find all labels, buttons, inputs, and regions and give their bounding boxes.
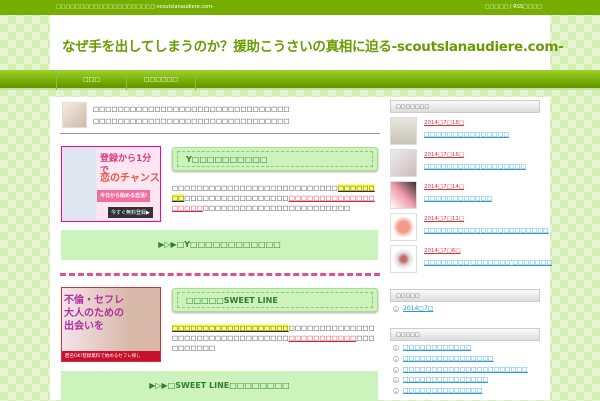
recent-posts-heading: □□□□□□□ xyxy=(390,100,540,113)
site-tagline: □□□□□□□□□□□□□□□□□□□□□-scoutslanaudiere.c… xyxy=(56,4,214,10)
category-heading: □□□□□ xyxy=(390,328,540,341)
entry-title-box: Y□□□□□□□□□□ xyxy=(172,147,378,171)
ad-button: 匿名OK!登録無料で始めるセフレ探し xyxy=(62,351,160,361)
post-thumbnail[interactable] xyxy=(390,213,417,241)
ad-banner-2[interactable]: 不倫・セフレ 大人のための 出会いを 匿名OK!登録無料で始めるセフレ探し xyxy=(61,287,161,362)
ad-button: 今すぐ無料登録▶ xyxy=(108,207,153,218)
category-link[interactable]: ▸ □□□□□□□□□□□□□□□□ xyxy=(393,355,494,362)
intro-line: □□□□□□□□□□□□□□□□□□□□□□□□□□□□□□□□ xyxy=(93,117,290,125)
dashed-divider xyxy=(60,273,380,276)
category-link[interactable]: ▸ □□□□□□□□□□□□□□□ xyxy=(393,376,488,383)
post-date[interactable]: 2014□7□14□ xyxy=(424,184,464,190)
ad-text: 不倫・セフレ xyxy=(64,295,124,306)
site-header: なぜ手を出してしまうのか？援助こうさいの真相に迫る-scoutslanaudie… xyxy=(50,15,564,70)
entry-cta-button[interactable]: ▶▷▶□Y□□□□□□□□□□□□ xyxy=(61,230,378,260)
bullet-icon: ▸ xyxy=(393,387,399,394)
top-bar: □□□□□□□□□□□□□□□□□□□□□-scoutslanaudiere.c… xyxy=(0,0,600,15)
entry-title-box: □□□□□SWEET LINE xyxy=(172,288,378,312)
archive-link[interactable]: ▸ 2014□7□ xyxy=(393,305,433,312)
archive-heading: □□□□□ xyxy=(390,289,540,302)
ad-text: 恋のチャンス xyxy=(100,173,160,184)
entry-description: □□□□□□□□□□□□□□□□□□□□□□□□□□□□□□□□□□□□□□□□… xyxy=(172,324,375,352)
bullet-icon: ▸ xyxy=(393,305,399,312)
post-date[interactable]: 2014□7□11□ xyxy=(424,216,464,222)
post-thumbnail[interactable] xyxy=(390,117,417,145)
post-date[interactable]: 2014□7□6□ xyxy=(424,248,461,254)
category-link[interactable]: ▸ □□□□□□□□□□□□□□ xyxy=(393,387,482,394)
nav-item-home[interactable]: □□□ xyxy=(56,70,126,90)
entry-title: Y□□□□□□□□□□ xyxy=(177,151,373,167)
intro-text: □□□□□□□□□□□□□□□□□□□□□□□□□□□□□□□□ □□□□□□□… xyxy=(93,103,290,127)
bullet-icon: ▸ xyxy=(393,376,399,383)
post-thumbnail[interactable] xyxy=(390,149,417,177)
bullet-icon: ▸ xyxy=(393,355,399,362)
author-avatar xyxy=(62,102,87,128)
post-thumbnail[interactable] xyxy=(390,245,417,273)
ad-text: 出会いを xyxy=(64,321,104,332)
main-nav: □□□ □□□□□□ xyxy=(0,70,600,90)
bullet-icon: ▸ xyxy=(393,366,399,373)
entry-cta-button[interactable]: ▶▷▶□SWEET LINE□□□□□□□□ xyxy=(61,371,378,401)
ad-banner-1[interactable]: 登録から1分で 恋のチャンス 今日から始める恋活! 今すぐ無料登録▶ xyxy=(61,146,161,222)
bullet-icon: ▸ xyxy=(393,344,399,351)
post-title[interactable]: □□□□□□□□□□□□□□□□□□□□□□ xyxy=(424,227,549,234)
category-link[interactable]: ▸ □□□□□□□□□□□□□□□□□□□□□□ xyxy=(393,366,528,373)
ad-text: 大人のための xyxy=(64,308,124,319)
intro-line: □□□□□□□□□□□□□□□□□□□□□□□□□□□□□□□□ xyxy=(93,105,290,113)
post-date[interactable]: 2014□7□16□ xyxy=(424,152,464,158)
top-links[interactable]: □□□□□ | RSS□□□□ xyxy=(485,4,542,10)
post-title[interactable]: □□□□□□□□□□□□ xyxy=(424,195,492,202)
divider xyxy=(60,133,380,134)
category-link[interactable]: ▸ □□□□□□□□□□□□ xyxy=(393,344,471,351)
post-title[interactable]: □□□□□□□□□□□□□□□□□□ xyxy=(424,163,526,170)
entry-link[interactable]: □□□□□□□□□□□ xyxy=(289,334,357,342)
ad-text: 今日から始める恋活! xyxy=(97,190,151,202)
nav-item-2[interactable]: □□□□□□ xyxy=(126,70,196,90)
post-title[interactable]: □□□□□□□□□□□□□□□ xyxy=(424,131,509,138)
post-title[interactable]: □□□□□□□□'□□□□□□□'□□□□□□□ xyxy=(424,259,552,266)
post-date[interactable]: 2014□7□18□ xyxy=(424,120,464,126)
site-title[interactable]: なぜ手を出してしまうのか？援助こうさいの真相に迫る-scoutslanaudie… xyxy=(62,35,564,55)
post-thumbnail[interactable] xyxy=(390,181,417,209)
entry-description: □□□□□□□□□□□□□□□□□□□□□□□□□□□□□□□□□□□□□□□□… xyxy=(172,184,375,212)
content-area: □□□□□□□□□□□□□□□□□□□□□□□□□□□□□□□□ □□□□□□□… xyxy=(50,97,552,401)
entry-title: □□□□□SWEET LINE xyxy=(177,292,373,308)
